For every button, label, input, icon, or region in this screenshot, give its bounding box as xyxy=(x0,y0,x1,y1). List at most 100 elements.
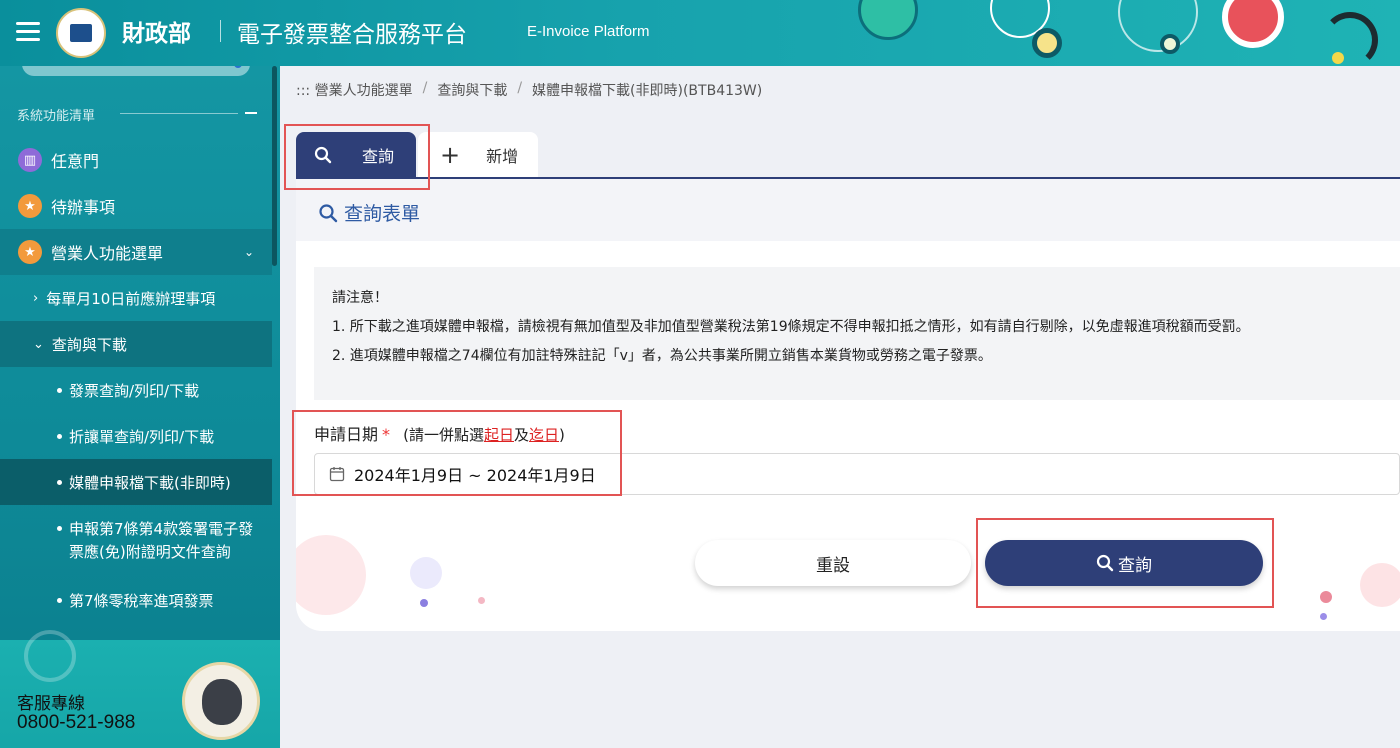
form-title-text: 查詢表單 xyxy=(344,203,421,225)
collapse-icon[interactable] xyxy=(245,112,257,114)
sidebar-leaf-label-line1: 申報第7條第4款簽署電子發 xyxy=(69,520,254,538)
star-icon: ★ xyxy=(18,194,42,218)
header-decoration xyxy=(1160,34,1180,54)
date-hint: (請一併點選起日及迄日) xyxy=(403,426,565,444)
ministry-name: 財政部 xyxy=(122,21,191,47)
bullet-icon xyxy=(57,433,62,439)
sidebar-leaf-media-report[interactable]: 媒體申報檔下載(非即時) xyxy=(0,459,272,505)
bullet-icon xyxy=(57,526,62,531)
ministry-logo[interactable] xyxy=(56,8,106,58)
hint-mid: 及 xyxy=(513,426,529,444)
header-decoration xyxy=(1032,28,1062,58)
sidebar-search-input[interactable] xyxy=(22,66,250,76)
form-title: 查詢表單 xyxy=(318,199,420,226)
header-decoration xyxy=(1322,12,1378,66)
header-decoration xyxy=(858,0,918,40)
reset-button[interactable]: 重設 xyxy=(695,540,971,586)
date-field-label: 申請日期 * (請一併點選起日及迄日) xyxy=(314,421,565,445)
search-icon xyxy=(319,203,338,222)
chevron-right-icon: › xyxy=(33,290,39,306)
header-decoration xyxy=(1222,0,1284,48)
sidebar-subitem-monthly[interactable]: › 每單月10日前應辦理事項 xyxy=(0,275,272,321)
breadcrumb-item[interactable]: ::: 營業人功能選單 xyxy=(296,80,413,100)
breadcrumb-item[interactable]: 查詢與下載 xyxy=(437,80,507,100)
sidebar-leaf-allowance-query[interactable]: 折讓單查詢/列印/下載 xyxy=(0,413,272,459)
calendar-icon xyxy=(329,467,345,482)
breadcrumb-separator: / xyxy=(517,80,523,96)
sidebar-item-business-menu[interactable]: ★ 營業人功能選單 ⌄ xyxy=(0,229,272,275)
platform-title-en: E-Invoice Platform xyxy=(527,23,650,40)
panel-decoration xyxy=(296,535,366,615)
bullet-icon xyxy=(57,387,62,393)
hotline-panel: 客服專線 0800-521-988 xyxy=(0,630,280,748)
notice-title: 請注意！ xyxy=(332,290,388,306)
reset-button-label: 重設 xyxy=(816,555,850,576)
header-decoration xyxy=(1332,52,1344,64)
sidebar-scrollbar[interactable] xyxy=(272,66,277,266)
sidebar-leaf-article7[interactable]: 申報第7條第4款簽署電子發 票應(免)附證明文件查詢 xyxy=(0,508,272,568)
date-range-input[interactable]: 2024年1月9日 ~ 2024年1月9日 xyxy=(314,453,1400,495)
notice-line: 2. 進項媒體申報檔之74欄位有加註特殊註記「v」者，為公共事業所開立銷售本業貨… xyxy=(332,348,992,364)
tab-add[interactable]: + 新增 xyxy=(418,132,538,178)
sidebar-subitem-label: 每單月10日前應辦理事項 xyxy=(46,289,216,308)
sidebar-leaf-label-line2: 票應(免)附證明文件查詢 xyxy=(69,543,231,561)
hint-start-link: 起日 xyxy=(483,426,514,444)
sidebar: 系統功能清單 ▥ 任意門 ★ 待辦事項 ★ 營業人功能選單 ⌄ › 每單月10日… xyxy=(0,66,280,748)
search-icon xyxy=(314,146,332,164)
breadcrumb-current: 媒體申報檔下載(非即時)(BTB413W) xyxy=(532,83,763,99)
sidebar-leaf-invoice-query[interactable]: 發票查詢/列印/下載 xyxy=(0,367,272,413)
map-icon: ▥ xyxy=(18,148,42,172)
notice-box: 請注意！ 1. 所下載之進項媒體申報檔，請檢視有無加值型及非加值型營業稅法第19… xyxy=(314,267,1400,400)
sidebar-subitem-label: 查詢與下載 xyxy=(51,335,127,354)
date-range-value: 2024年1月9日 ~ 2024年1月9日 xyxy=(354,466,596,485)
sidebar-leaf-label: 折讓單查詢/列印/下載 xyxy=(69,427,215,446)
hint-suffix: ) xyxy=(559,426,565,444)
sidebar-item-label: 任意門 xyxy=(51,152,100,171)
required-mark: * xyxy=(382,425,391,444)
breadcrumb: ::: 營業人功能選單 / 查詢與下載 / 媒體申報檔下載(非即時)(BTB41… xyxy=(296,80,762,100)
tab-label: 查詢 xyxy=(362,147,395,166)
sidebar-item-todo[interactable]: ★ 待辦事項 xyxy=(0,183,272,229)
plus-icon: + xyxy=(440,141,461,169)
sidebar-leaf-label: 第7條零稅率進項發票 xyxy=(69,591,214,610)
breadcrumb-separator: / xyxy=(422,80,428,96)
date-label-text: 申請日期 xyxy=(314,425,379,444)
tab-label: 新增 xyxy=(486,147,519,166)
mascot-avatar xyxy=(182,662,260,740)
notice-line: 1. 所下載之進項媒體申報檔，請檢視有無加值型及非加值型營業稅法第19條規定不得… xyxy=(332,319,1250,335)
sidebar-heading: 系統功能清單 xyxy=(17,109,96,124)
query-form-panel: 查詢表單 請注意！ 1. 所下載之進項媒體申報檔，請檢視有無加值型及非加值型營業… xyxy=(296,179,1400,631)
hint-end-link: 迄日 xyxy=(529,426,560,444)
hotline-label: 客服專線 xyxy=(17,694,85,714)
star-icon: ★ xyxy=(18,240,42,264)
query-button-label: 查詢 xyxy=(1118,555,1152,576)
tab-query[interactable]: 查詢 xyxy=(296,132,416,178)
search-icon xyxy=(1096,554,1114,572)
chevron-down-icon: ⌄ xyxy=(244,245,255,259)
panel-decoration xyxy=(410,557,442,589)
panel-decoration xyxy=(478,597,485,604)
menu-icon[interactable] xyxy=(16,22,40,42)
panel-decoration xyxy=(420,599,428,607)
hotline-number: 0800-521-988 xyxy=(17,712,136,733)
hint-prefix: (請一併點選 xyxy=(403,426,484,444)
panel-decoration xyxy=(1320,613,1327,620)
sidebar-heading-divider xyxy=(120,113,238,114)
sidebar-subitem-query-download[interactable]: ⌄ 查詢與下載 xyxy=(0,321,272,367)
query-button[interactable]: 查詢 xyxy=(985,540,1263,586)
sidebar-decoration xyxy=(24,630,76,682)
header-decoration xyxy=(1118,0,1198,52)
sidebar-leaf-zero-tax[interactable]: 第7條零稅率進項發票 xyxy=(0,577,272,623)
sidebar-leaf-label: 媒體申報檔下載(非即時) xyxy=(69,473,231,492)
sidebar-leaf-label: 發票查詢/列印/下載 xyxy=(69,381,200,400)
panel-decoration xyxy=(1320,591,1332,603)
sidebar-item-anydoor[interactable]: ▥ 任意門 xyxy=(0,137,272,183)
sidebar-leaf-label: 申報第7條第4款簽署電子發 票應(免)附證明文件查詢 xyxy=(69,518,253,564)
header-divider xyxy=(220,20,221,42)
form-title-bar: 查詢表單 xyxy=(296,179,1400,241)
bullet-icon xyxy=(57,479,62,485)
top-header: 財政部 電子發票整合服務平台 E-Invoice Platform xyxy=(0,0,1400,66)
platform-title: 電子發票整合服務平台 xyxy=(237,22,467,48)
chevron-down-icon: ⌄ xyxy=(33,336,44,352)
sidebar-item-label: 待辦事項 xyxy=(51,198,116,217)
